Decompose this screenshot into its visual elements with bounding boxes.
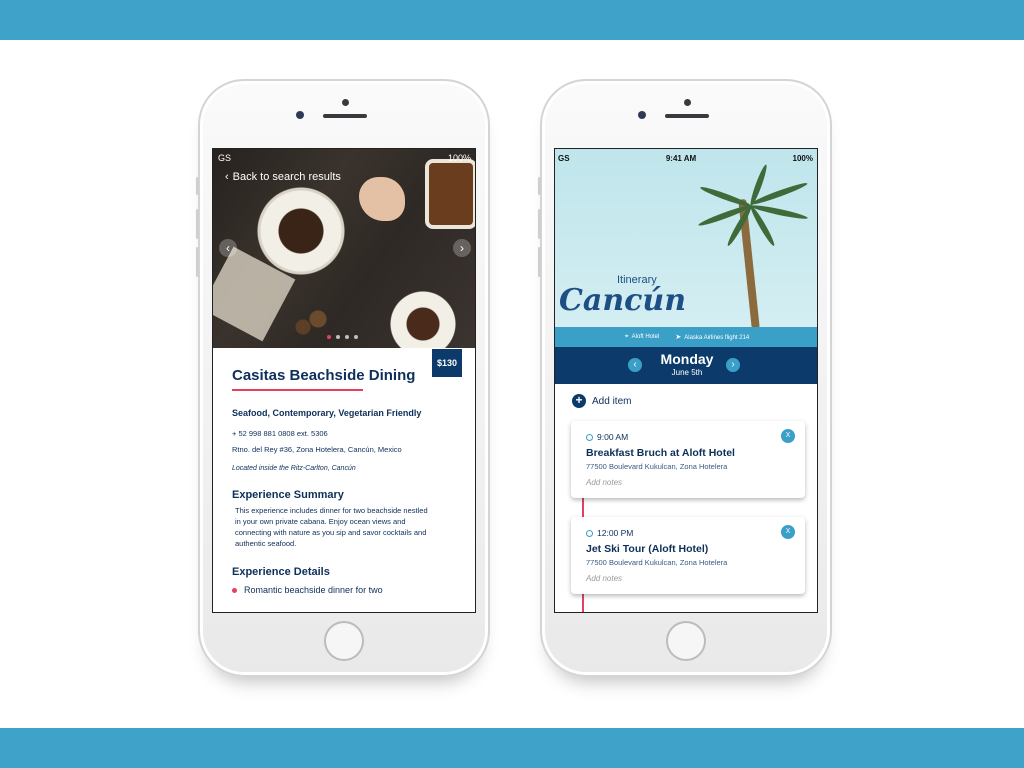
next-day-arrow-icon[interactable]: › bbox=[726, 358, 740, 372]
hand-shape bbox=[359, 177, 405, 221]
address[interactable]: Rtno. del Rey #36, Zona Hotelera, Cancún… bbox=[232, 445, 463, 454]
day-name: Monday bbox=[660, 351, 714, 367]
details-heading: Experience Details bbox=[232, 566, 330, 578]
add-item-button[interactable]: + Add item bbox=[572, 394, 631, 408]
carousel-dots bbox=[327, 335, 358, 339]
map-pin-icon: ⌖ bbox=[624, 333, 629, 340]
battery-label: 100% bbox=[447, 153, 471, 163]
item-title: Breakfast Bruch at Aloft Hotel bbox=[586, 447, 735, 459]
title-underline bbox=[232, 389, 363, 391]
cuisine-tags: Seafood, Contemporary, Vegetarian Friend… bbox=[232, 408, 422, 418]
back-label: Back to search results bbox=[232, 171, 341, 183]
clock-label: 9:41 AM bbox=[665, 154, 697, 163]
napkin-shape bbox=[213, 246, 296, 342]
day-date: June 5th bbox=[671, 368, 703, 377]
front-camera bbox=[638, 111, 646, 119]
trip-info-bar: ⌖ Aloft Hotel ➤ Alaska Airlines flight 214 bbox=[555, 327, 817, 347]
plus-icon: + bbox=[572, 394, 586, 408]
details-list-item: Romantic beachside dinner for two bbox=[232, 585, 463, 595]
earpiece-camera bbox=[684, 99, 691, 106]
hotel-info[interactable]: ⌖ Aloft Hotel bbox=[625, 333, 660, 341]
item-title: Jet Ski Tour (Aloft Hotel) bbox=[586, 543, 709, 555]
restaurant-details: Casitas Beachside Dining Seafood, Contem… bbox=[232, 367, 463, 595]
volume-down-button bbox=[196, 247, 199, 277]
itinerary-screen: Itinerary Cancún GS 9:41 AM 100% ⌖ Aloft … bbox=[554, 148, 818, 613]
status-bar: GS 100% bbox=[218, 153, 471, 163]
restaurant-title: Casitas Beachside Dining bbox=[232, 367, 416, 384]
city-title: Cancún bbox=[559, 283, 687, 318]
add-item-label: Add item bbox=[592, 395, 632, 407]
earpiece-camera bbox=[342, 99, 349, 106]
restaurant-screen: GS 100% ‹ Back to search results ‹ › $13… bbox=[212, 148, 476, 613]
item-address: 77500 Boulevard Kukulcan, Zona Hotelera bbox=[586, 558, 728, 567]
home-button[interactable] bbox=[666, 621, 706, 661]
itinerary-card[interactable]: 9:00 AM Breakfast Bruch at Aloft Hotel 7… bbox=[571, 421, 805, 498]
mute-switch bbox=[538, 177, 541, 195]
phone-restaurant-detail: GS 100% ‹ Back to search results ‹ › $13… bbox=[196, 79, 490, 677]
hotel-label: Aloft Hotel bbox=[631, 334, 660, 340]
top-color-band bbox=[0, 0, 1024, 40]
hero-palm-photo: Itinerary Cancún bbox=[555, 149, 817, 330]
phone-itinerary: Itinerary Cancún GS 9:41 AM 100% ⌖ Aloft … bbox=[538, 79, 832, 677]
summary-heading: Experience Summary bbox=[232, 489, 344, 501]
volume-up-button bbox=[538, 209, 541, 239]
item-time: 12:00 PM bbox=[586, 528, 633, 538]
notes-field[interactable]: Add notes bbox=[586, 478, 622, 487]
location-note: Located inside the Ritz-Carlton, Cancún bbox=[232, 465, 356, 472]
flight-info[interactable]: ➤ Alaska Airlines flight 214 bbox=[675, 333, 749, 341]
carousel-prev-arrow-icon[interactable]: ‹ bbox=[219, 239, 237, 257]
carrier-label: GS bbox=[558, 154, 570, 163]
back-to-results-link[interactable]: ‹ Back to search results bbox=[225, 171, 341, 183]
front-camera bbox=[296, 111, 304, 119]
carousel-dot[interactable] bbox=[327, 335, 331, 339]
flight-label: Alaska Airlines flight 214 bbox=[684, 335, 750, 341]
earpiece-speaker bbox=[323, 114, 367, 118]
item-time-label: 12:00 PM bbox=[597, 528, 634, 538]
battery-label: 100% bbox=[792, 154, 813, 163]
item-address: 77500 Boulevard Kukulcan, Zona Hotelera bbox=[586, 462, 728, 471]
clock-icon bbox=[586, 433, 593, 441]
summary-text: This experience includes dinner for two … bbox=[235, 506, 428, 548]
mute-switch bbox=[196, 177, 199, 195]
item-time-label: 9:00 AM bbox=[597, 432, 629, 442]
notes-field[interactable]: Add notes bbox=[586, 574, 622, 583]
bullet-dot-icon bbox=[232, 587, 237, 593]
status-bar: GS 9:41 AM 100% bbox=[558, 154, 813, 163]
home-button[interactable] bbox=[324, 621, 364, 661]
clock-icon bbox=[586, 529, 593, 537]
remove-item-close-icon[interactable]: X bbox=[781, 429, 795, 443]
remove-item-close-icon[interactable]: X bbox=[781, 525, 795, 539]
carrier-label: GS bbox=[218, 153, 232, 163]
earpiece-speaker bbox=[665, 114, 709, 118]
carousel-dot[interactable] bbox=[354, 335, 358, 339]
volume-up-button bbox=[196, 209, 199, 239]
palm-frond-shape bbox=[699, 184, 753, 209]
day-selector: ‹ Monday June 5th › bbox=[555, 347, 817, 384]
navigation-arrow-icon: ➤ bbox=[675, 334, 682, 341]
bottom-color-band bbox=[0, 728, 1024, 768]
carousel-dot[interactable] bbox=[345, 335, 349, 339]
chevron-left-icon: ‹ bbox=[225, 171, 229, 183]
serving-dish-shape bbox=[425, 159, 475, 229]
carousel-next-arrow-icon[interactable]: › bbox=[453, 239, 471, 257]
item-time: 9:00 AM bbox=[586, 432, 628, 442]
carousel-dot[interactable] bbox=[336, 335, 340, 339]
hero-food-photo: GS 100% ‹ Back to search results ‹ › bbox=[213, 149, 475, 348]
itinerary-card[interactable]: 12:00 PM Jet Ski Tour (Aloft Hotel) 7750… bbox=[571, 517, 805, 594]
volume-down-button bbox=[538, 247, 541, 277]
phone-number[interactable]: + 52 998 881 0808 ext. 5306 bbox=[232, 429, 463, 438]
detail-text: Romantic beachside dinner for two bbox=[244, 585, 383, 595]
